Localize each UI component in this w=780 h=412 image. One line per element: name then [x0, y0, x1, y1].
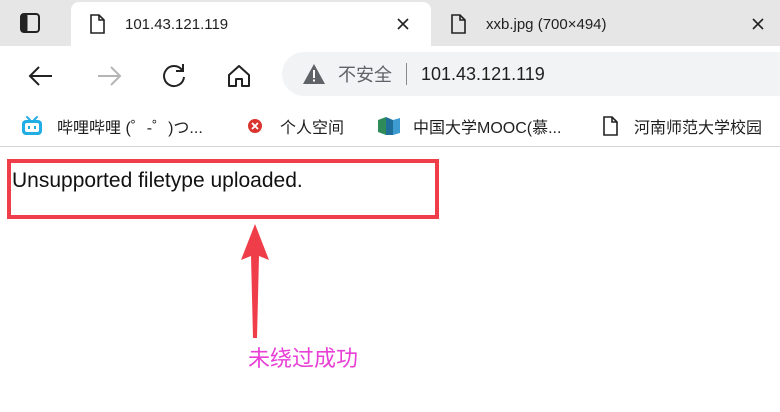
- bilibili-icon: [22, 116, 42, 135]
- toolbar: 不安全 101.43.121.119: [0, 46, 780, 106]
- close-icon[interactable]: [395, 16, 411, 32]
- bookmark-label: 中国大学MOOC(慕...: [413, 120, 562, 137]
- divider: [406, 63, 407, 85]
- page-content: Unsupported filetype uploaded. 未绕过成功: [0, 147, 780, 412]
- back-arrow-icon[interactable]: [27, 62, 55, 90]
- page-icon: [603, 116, 618, 136]
- bookmark-label: 哔哩哔哩 (゜-゜)つ...: [57, 120, 203, 137]
- home-icon[interactable]: [225, 62, 253, 90]
- annotation-text: 未绕过成功: [248, 347, 359, 372]
- forward-arrow-icon[interactable]: [95, 62, 123, 90]
- bookmark-label: 个人空间: [280, 120, 345, 137]
- bookmark-mooc[interactable]: 中国大学MOOC(慕...: [377, 114, 561, 138]
- tab-strip: 101.43.121.119 xxb.jpg (700×494): [0, 0, 780, 46]
- bookmarks-bar: 哔哩哔哩 (゜-゜)つ... 个人空间 中国大学MOOC(慕... 河南师范大学…: [0, 106, 780, 147]
- tab-active[interactable]: 101.43.121.119: [71, 2, 431, 46]
- security-label[interactable]: 不安全: [338, 61, 392, 87]
- annotation-highlight-box: [7, 159, 439, 219]
- refresh-icon[interactable]: [160, 62, 188, 90]
- annotation-arrow-icon: [241, 224, 269, 338]
- mooc-icon: [378, 117, 400, 135]
- close-icon[interactable]: [750, 16, 766, 32]
- tab-title: 101.43.121.119: [125, 15, 229, 33]
- bookmark-henan-normal-university[interactable]: 河南师范大学校园: [602, 114, 762, 138]
- red-x-icon: [248, 119, 262, 133]
- url-text[interactable]: 101.43.121.119: [421, 64, 545, 85]
- tab-title: xxb.jpg (700×494): [486, 15, 607, 33]
- bookmark-personal-space[interactable]: 个人空间: [246, 114, 344, 138]
- warning-icon[interactable]: [302, 63, 326, 85]
- page-icon: [451, 14, 466, 34]
- tab-inactive[interactable]: xxb.jpg (700×494): [432, 2, 780, 46]
- address-bar[interactable]: 不安全 101.43.121.119: [282, 52, 780, 96]
- bookmark-bilibili[interactable]: 哔哩哔哩 (゜-゜)つ...: [21, 114, 203, 138]
- page-icon: [90, 14, 105, 34]
- bookmark-label: 河南师范大学校园: [634, 120, 763, 137]
- tab-actions-icon[interactable]: [18, 11, 42, 35]
